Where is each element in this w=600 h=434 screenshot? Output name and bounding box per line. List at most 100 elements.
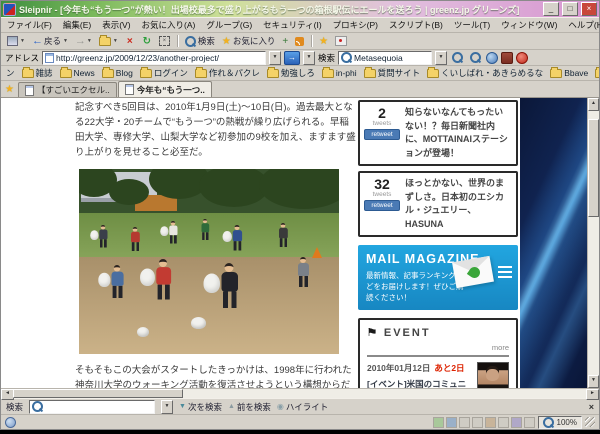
- ranking-item[interactable]: 2 tweets retweet 知らないなんてもったいない！？毎日新聞社内に、…: [358, 100, 518, 166]
- go-button[interactable]: →: [284, 50, 301, 65]
- menu-script[interactable]: スクリプト(B): [389, 19, 443, 31]
- refresh-button[interactable]: ↻: [140, 35, 154, 48]
- find-next-button[interactable]: ▼ 次を検索: [179, 401, 222, 413]
- menu-favorites[interactable]: お気に入り(A): [142, 19, 196, 31]
- menu-security[interactable]: セキュリティ(I): [263, 19, 322, 31]
- search-label: 検索: [318, 52, 336, 63]
- link-item[interactable]: 質問サイト: [363, 66, 420, 79]
- link-item[interactable]: News: [59, 66, 95, 78]
- search-button[interactable]: 検索: [183, 35, 217, 48]
- runner-figure: [295, 257, 311, 287]
- zoom-control[interactable]: 100%: [537, 415, 582, 429]
- find-label: 検索: [6, 401, 24, 412]
- maximize-button[interactable]: □: [562, 2, 578, 16]
- ranking-item[interactable]: 32 tweets retweet ほっとかない、世界のまずしさ。日本初のエシカ…: [358, 171, 518, 237]
- horizontal-scrollbar[interactable]: ◄ ►: [1, 388, 599, 400]
- url-input[interactable]: http://greenz.jp/2009/12/23/another-proj…: [42, 50, 267, 65]
- menu-window[interactable]: ウィンドウ(W): [501, 19, 557, 31]
- highlight-button[interactable]: ◉ ハイライト: [277, 401, 328, 413]
- favorites-button[interactable]: ★ お気に入り: [220, 35, 277, 48]
- menu-proxy[interactable]: プロキシ(P): [333, 19, 378, 31]
- find-input[interactable]: [29, 399, 156, 414]
- tab-excel-article[interactable]: 【すごいエクセル..: [17, 82, 117, 97]
- retweet-button[interactable]: retweet: [364, 200, 400, 211]
- status-icon[interactable]: [497, 416, 509, 428]
- add-favorite-button[interactable]: ★: [317, 35, 330, 48]
- runner-figure: [203, 263, 241, 308]
- find-page-button[interactable]: [450, 51, 465, 64]
- status-icon[interactable]: [445, 416, 457, 428]
- menu-help[interactable]: ヘルプ(H): [568, 19, 600, 31]
- link-item[interactable]: Bbave: [550, 66, 588, 78]
- vertical-scroll-thumb[interactable]: [588, 119, 599, 217]
- link-item[interactable]: 勉強しろ: [266, 66, 315, 79]
- find-prev-button[interactable]: ▲ 前を検索: [228, 401, 271, 413]
- link-item[interactable]: 雑誌: [21, 66, 53, 79]
- back-button[interactable]: ← 戻る ▼: [30, 35, 70, 48]
- scroll-right-button[interactable]: ►: [586, 389, 599, 400]
- resize-grip[interactable]: [585, 417, 595, 427]
- search-icon: [184, 35, 196, 47]
- page-icon: [45, 52, 55, 63]
- locale-button[interactable]: [333, 35, 349, 48]
- link-item[interactable]: Blog: [101, 66, 133, 78]
- security-alert-icon[interactable]: [516, 51, 529, 64]
- event-item[interactable]: 2010年01月12日あと2日 [イベント]米国のコミュニティファイナンスと地域…: [367, 355, 509, 388]
- status-icon[interactable]: [471, 416, 483, 428]
- motion-lines: [498, 263, 512, 281]
- plus-icon: +: [282, 35, 289, 47]
- status-icon[interactable]: [432, 416, 444, 428]
- ranking-title[interactable]: ほっとかない、世界のまずしさ。日本初のエシカル・ジュエリー、HASUNA: [405, 177, 512, 231]
- scroll-down-button[interactable]: ▼: [588, 375, 599, 388]
- scroll-up-button[interactable]: ▲: [588, 98, 599, 111]
- mail-magazine-banner[interactable]: MAIL MAGAZINE 最新情報、記事ランキングなどをお届けします！ぜひご購…: [358, 245, 518, 310]
- zoom-button[interactable]: [468, 51, 483, 64]
- find-dropdown[interactable]: ▼: [161, 399, 174, 414]
- menu-group[interactable]: グループ(G): [206, 19, 252, 31]
- folder-icon: [363, 66, 376, 78]
- go-dropdown[interactable]: ▼: [303, 50, 316, 65]
- toolbar-search-input[interactable]: Metasequoia: [338, 50, 433, 65]
- link-item[interactable]: English: [595, 66, 599, 78]
- capture-button[interactable]: ×: [157, 35, 172, 48]
- link-item[interactable]: in-phi: [321, 66, 357, 78]
- link-item[interactable]: ログイン: [139, 66, 188, 79]
- magnifier-icon: [452, 52, 464, 63]
- dictionary-icon[interactable]: [501, 51, 514, 64]
- url-dropdown[interactable]: ▼: [269, 50, 282, 65]
- menu-edit[interactable]: 編集(E): [63, 19, 91, 31]
- status-icon[interactable]: [458, 416, 470, 428]
- horizontal-scroll-thumb[interactable]: [13, 389, 183, 398]
- globe-icon[interactable]: [486, 51, 499, 64]
- link-item[interactable]: 作れ＆パクレ: [194, 66, 260, 79]
- add-button[interactable]: +: [280, 35, 290, 48]
- forward-button[interactable]: → ▼: [73, 35, 94, 48]
- new-folder-button[interactable]: ▼: [97, 34, 120, 48]
- event-title[interactable]: [イベント]米国のコミュニティファイナンスと地域金融@新宿: [367, 378, 473, 388]
- menu-file[interactable]: ファイル(F): [7, 19, 52, 31]
- runner-figure: [90, 225, 109, 248]
- title-bar[interactable]: Sleipnir - [今年も“もう一つ”が熱い！出場校最多で盛り上がるもう一つ…: [1, 1, 599, 17]
- status-icon[interactable]: [510, 416, 522, 428]
- search-dropdown[interactable]: ▼: [435, 50, 448, 65]
- tab-list-star-icon[interactable]: ★: [5, 84, 14, 95]
- window-mode-button[interactable]: ▼: [5, 35, 27, 48]
- menu-view[interactable]: 表示(V): [102, 19, 130, 31]
- tab-current-article[interactable]: 今年も“もう一つ..: [117, 81, 212, 97]
- stop-button[interactable]: ×: [123, 35, 137, 48]
- ranking-title[interactable]: 知らないなんてもったいない！？毎日新聞社内に、MOTTAINAIステーションが登…: [405, 106, 512, 160]
- vertical-scrollbar[interactable]: ▲ ▼: [587, 98, 599, 388]
- find-close-button[interactable]: ×: [589, 402, 594, 412]
- link-item[interactable]: くいしばれ・あきらめるな: [427, 66, 543, 79]
- japan-flag-icon: [335, 36, 348, 46]
- toolbar-separator: [311, 35, 313, 47]
- tweet-unit: tweets: [372, 120, 392, 127]
- minimize-button[interactable]: _: [543, 2, 559, 16]
- close-button[interactable]: ×: [581, 2, 597, 16]
- status-icon[interactable]: [484, 416, 496, 428]
- status-icon[interactable]: [523, 416, 535, 428]
- feed-button[interactable]: [293, 35, 306, 48]
- retweet-button[interactable]: retweet: [364, 129, 400, 140]
- event-more-link[interactable]: more: [367, 343, 509, 352]
- menu-tools[interactable]: ツール(T): [454, 19, 490, 31]
